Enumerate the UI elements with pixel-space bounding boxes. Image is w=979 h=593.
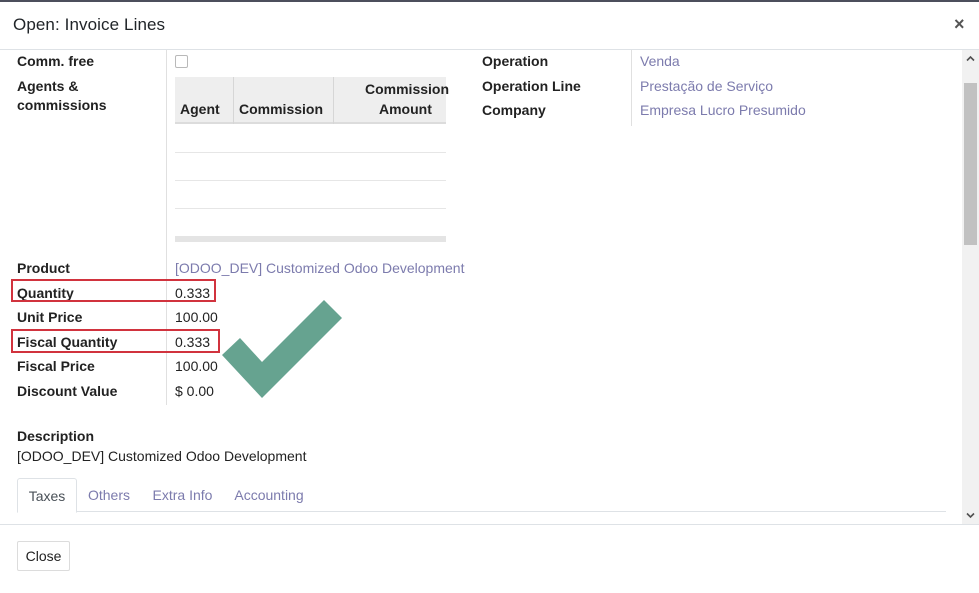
- dialog-title: Open: Invoice Lines: [13, 15, 166, 34]
- column-commission-amount-line1[interactable]: Commission: [365, 79, 449, 99]
- checkmark-icon: [222, 300, 342, 398]
- column-commission-amount-line2[interactable]: Amount: [379, 99, 432, 119]
- description-label: Description: [17, 428, 95, 444]
- description-value[interactable]: [ODOO_DEV] Customized Odoo Development: [17, 447, 306, 465]
- right-label-separator: [631, 50, 632, 126]
- fiscal-price-value[interactable]: 100.00: [175, 357, 218, 375]
- operation-line-link[interactable]: Prestação de Serviço: [640, 77, 773, 95]
- tab-accounting[interactable]: Accounting: [227, 478, 311, 512]
- column-divider: [333, 77, 334, 124]
- operation-link[interactable]: Venda: [640, 52, 680, 70]
- quantity-highlight-box: [11, 279, 216, 302]
- tab-others[interactable]: Others: [81, 478, 137, 512]
- table-row: [175, 152, 446, 153]
- invoice-line-dialog: Open: Invoice Lines × Comm. free Agents …: [0, 0, 979, 593]
- tab-taxes[interactable]: Taxes: [17, 478, 77, 513]
- dialog-body: Comm. free Agents & commissions Agent Co…: [0, 50, 962, 524]
- scrollbar-thumb[interactable]: [964, 83, 977, 245]
- column-commission[interactable]: Commission: [239, 99, 323, 119]
- chevron-down-icon[interactable]: [966, 511, 975, 520]
- product-link[interactable]: [ODOO_DEV] Customized Odoo Development: [175, 259, 464, 277]
- chevron-up-icon[interactable]: [966, 54, 975, 63]
- discount-value-value[interactable]: $ 0.00: [175, 382, 214, 400]
- agents-table-header: Agent Commission Commission Amount: [175, 77, 449, 124]
- fiscal-price-label: Fiscal Price: [17, 358, 95, 374]
- body-scrollbar[interactable]: [962, 50, 979, 524]
- notebook-tabs: Taxes Others Extra Info Accounting: [17, 478, 946, 513]
- unit-price-label: Unit Price: [17, 309, 83, 325]
- operation-line-label: Operation Line: [482, 78, 581, 94]
- agents-table: Agent Commission Commission Amount: [175, 77, 449, 244]
- operation-label: Operation: [482, 53, 549, 69]
- agents-label-line1: Agents &: [17, 78, 79, 94]
- column-agent[interactable]: Agent: [180, 99, 220, 119]
- table-row: [175, 180, 446, 181]
- discount-value-label: Discount Value: [17, 383, 118, 399]
- table-row: [175, 208, 446, 209]
- agents-label-line2: commissions: [17, 97, 107, 113]
- unit-price-value[interactable]: 100.00: [175, 308, 218, 326]
- tab-extra-info[interactable]: Extra Info: [145, 478, 220, 512]
- dialog-footer: Close: [0, 524, 979, 593]
- product-label: Product: [17, 260, 70, 276]
- comm-free-checkbox[interactable]: [175, 55, 188, 68]
- company-link[interactable]: Empresa Lucro Presumido: [640, 101, 806, 119]
- dialog-header: Open: Invoice Lines ×: [0, 0, 979, 50]
- column-divider: [233, 77, 234, 124]
- company-label: Company: [482, 102, 546, 118]
- fiscal-quantity-highlight-box: [11, 329, 220, 353]
- close-icon[interactable]: ×: [954, 14, 965, 34]
- comm-free-label: Comm. free: [17, 53, 95, 69]
- agents-table-footer: [175, 236, 446, 242]
- close-button[interactable]: Close: [17, 541, 70, 571]
